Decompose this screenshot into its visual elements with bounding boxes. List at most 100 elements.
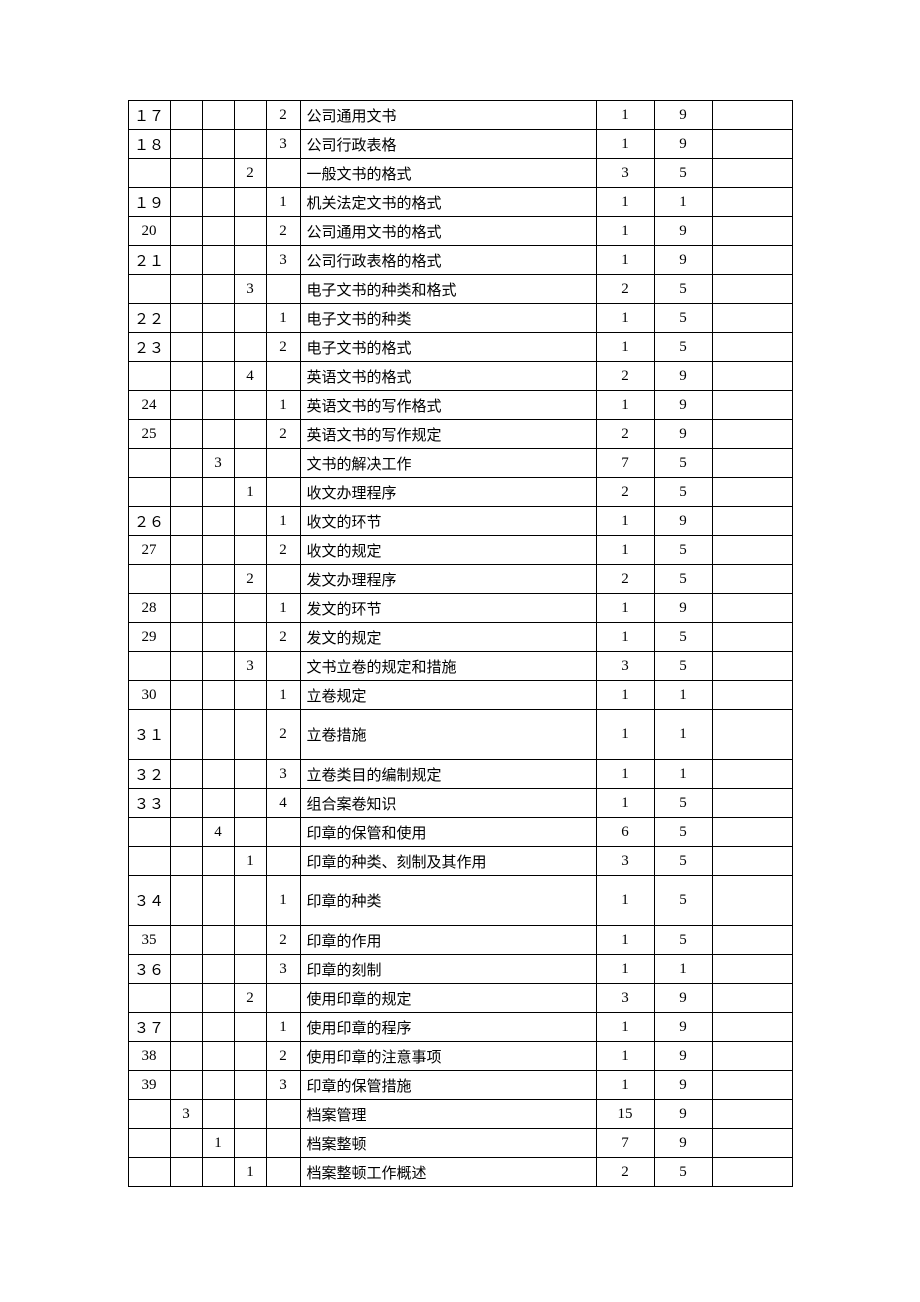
cell-c0: 30: [128, 681, 170, 710]
cell-c2: [202, 710, 234, 760]
cell-c6: 2: [596, 478, 654, 507]
cell-c8: [712, 710, 792, 760]
cell-c0: ３１: [128, 710, 170, 760]
cell-c4: 1: [266, 681, 300, 710]
table-row: 2发文办理程序25: [128, 565, 792, 594]
cell-c7: 9: [654, 391, 712, 420]
cell-c4: 1: [266, 594, 300, 623]
cell-c2: 3: [202, 449, 234, 478]
cell-c8: [712, 760, 792, 789]
cell-c0: 29: [128, 623, 170, 652]
cell-c8: [712, 926, 792, 955]
cell-c1: [170, 955, 202, 984]
cell-c2: [202, 507, 234, 536]
cell-c1: [170, 1129, 202, 1158]
cell-c6: 1: [596, 217, 654, 246]
cell-c5: 使用印章的规定: [300, 984, 596, 1013]
cell-c0: [128, 1129, 170, 1158]
cell-c5: 印章的保管措施: [300, 1071, 596, 1100]
cell-c2: [202, 159, 234, 188]
cell-c2: [202, 1158, 234, 1187]
table-row: 1印章的种类、刻制及其作用35: [128, 847, 792, 876]
cell-c1: [170, 536, 202, 565]
cell-c3: [234, 391, 266, 420]
table-row: 3文书立卷的规定和措施35: [128, 652, 792, 681]
cell-c8: [712, 652, 792, 681]
cell-c4: 2: [266, 420, 300, 449]
cell-c7: 5: [654, 449, 712, 478]
table-row: 301立卷规定11: [128, 681, 792, 710]
cell-c0: １８: [128, 130, 170, 159]
cell-c3: [234, 188, 266, 217]
cell-c3: [234, 1042, 266, 1071]
cell-c0: [128, 159, 170, 188]
cell-c8: [712, 565, 792, 594]
cell-c6: 1: [596, 926, 654, 955]
cell-c7: 9: [654, 362, 712, 391]
cell-c4: 2: [266, 217, 300, 246]
table-row: １７2公司通用文书19: [128, 101, 792, 130]
cell-c0: 24: [128, 391, 170, 420]
cell-c2: [202, 478, 234, 507]
cell-c2: [202, 246, 234, 275]
cell-c0: ３３: [128, 789, 170, 818]
cell-c7: 1: [654, 188, 712, 217]
cell-c5: 机关法定文书的格式: [300, 188, 596, 217]
table-row: 3文书的解决工作75: [128, 449, 792, 478]
cell-c8: [712, 818, 792, 847]
cell-c6: 1: [596, 304, 654, 333]
cell-c7: 9: [654, 1042, 712, 1071]
cell-c7: 1: [654, 681, 712, 710]
cell-c2: [202, 333, 234, 362]
outline-table: １７2公司通用文书19１８3公司行政表格192一般文书的格式35１９1机关法定文…: [128, 100, 793, 1187]
cell-c0: ３６: [128, 955, 170, 984]
cell-c6: 3: [596, 159, 654, 188]
cell-c2: [202, 681, 234, 710]
cell-c7: 5: [654, 159, 712, 188]
cell-c8: [712, 681, 792, 710]
cell-c6: 7: [596, 1129, 654, 1158]
cell-c1: [170, 623, 202, 652]
cell-c3: [234, 1100, 266, 1129]
cell-c4: [266, 1129, 300, 1158]
cell-c7: 9: [654, 1071, 712, 1100]
cell-c1: [170, 818, 202, 847]
cell-c4: 1: [266, 304, 300, 333]
cell-c1: [170, 652, 202, 681]
cell-c3: [234, 710, 266, 760]
cell-c3: [234, 926, 266, 955]
cell-c5: 发文的规定: [300, 623, 596, 652]
cell-c0: 28: [128, 594, 170, 623]
cell-c3: [234, 333, 266, 362]
cell-c1: [170, 217, 202, 246]
cell-c4: [266, 984, 300, 1013]
cell-c7: 5: [654, 478, 712, 507]
cell-c7: 9: [654, 507, 712, 536]
table-row: 382使用印章的注意事项19: [128, 1042, 792, 1071]
cell-c1: [170, 507, 202, 536]
cell-c1: [170, 449, 202, 478]
cell-c3: 1: [234, 478, 266, 507]
cell-c1: [170, 420, 202, 449]
cell-c1: [170, 926, 202, 955]
table-row: 1档案整顿工作概述25: [128, 1158, 792, 1187]
cell-c6: 1: [596, 333, 654, 362]
cell-c7: 9: [654, 420, 712, 449]
cell-c3: [234, 1013, 266, 1042]
cell-c2: [202, 955, 234, 984]
cell-c6: 2: [596, 275, 654, 304]
cell-c4: 2: [266, 1042, 300, 1071]
cell-c2: [202, 1013, 234, 1042]
cell-c8: [712, 217, 792, 246]
cell-c4: 2: [266, 623, 300, 652]
cell-c2: [202, 1071, 234, 1100]
cell-c8: [712, 1100, 792, 1129]
cell-c5: 档案管理: [300, 1100, 596, 1129]
cell-c7: 9: [654, 1013, 712, 1042]
cell-c4: [266, 818, 300, 847]
cell-c4: 3: [266, 955, 300, 984]
cell-c6: 1: [596, 130, 654, 159]
table-row: 3电子文书的种类和格式25: [128, 275, 792, 304]
cell-c3: 3: [234, 275, 266, 304]
table-row: 252英语文书的写作规定29: [128, 420, 792, 449]
